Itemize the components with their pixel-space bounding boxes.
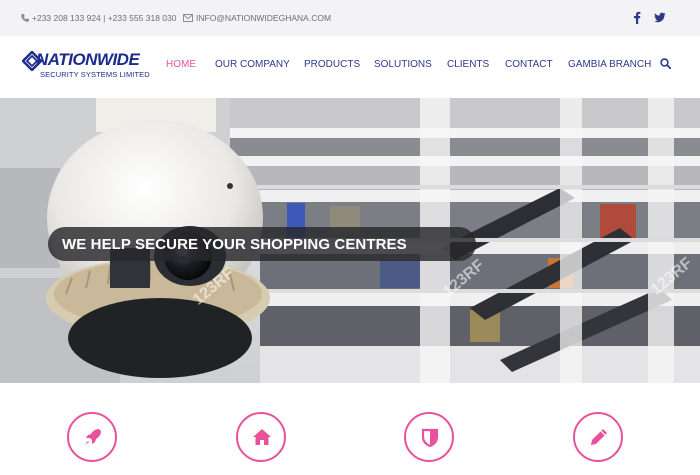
rocket-icon — [85, 429, 101, 445]
home-icon — [253, 429, 271, 445]
nav-gambia-branch[interactable]: GAMBIA BRANCH — [568, 59, 651, 70]
nav-contact[interactable]: CONTACT — [505, 59, 553, 70]
email-link[interactable]: INFO@NATIONWIDEGHANA.COM — [196, 13, 331, 23]
shield-icon — [421, 428, 439, 448]
nav-clients[interactable]: CLIENTS — [447, 59, 489, 70]
nav-solutions[interactable]: SOLUTIONS — [374, 59, 432, 70]
logo-subtitle: SECURITY SYSTEMS LIMITED — [40, 70, 150, 79]
feature-pencil[interactable] — [573, 412, 623, 462]
phone-icon — [21, 14, 29, 22]
feature-shield[interactable] — [404, 412, 454, 462]
search-icon[interactable] — [660, 58, 671, 69]
nav-our-company[interactable]: OUR COMPANY — [215, 59, 290, 70]
mail-icon — [183, 14, 193, 22]
site-header: NATIONWIDE SECURITY SYSTEMS LIMITED HOME… — [0, 36, 700, 98]
logo-title[interactable]: NATIONWIDE — [36, 50, 140, 70]
twitter-icon[interactable] — [654, 12, 666, 23]
pencil-icon — [591, 429, 607, 445]
phone-numbers: +233 208 133 924 | +233 555 318 030 — [32, 13, 177, 23]
top-bar: +233 208 133 924 | +233 555 318 030 INFO… — [0, 0, 700, 36]
facebook-icon[interactable] — [633, 11, 641, 24]
feature-home[interactable] — [236, 412, 286, 462]
nav-home[interactable]: HOME — [166, 59, 196, 70]
feature-rocket[interactable] — [67, 412, 117, 462]
nav-products[interactable]: PRODUCTS — [304, 59, 360, 70]
hero-headline: WE HELP SECURE YOUR SHOPPING CENTRES — [62, 236, 407, 253]
